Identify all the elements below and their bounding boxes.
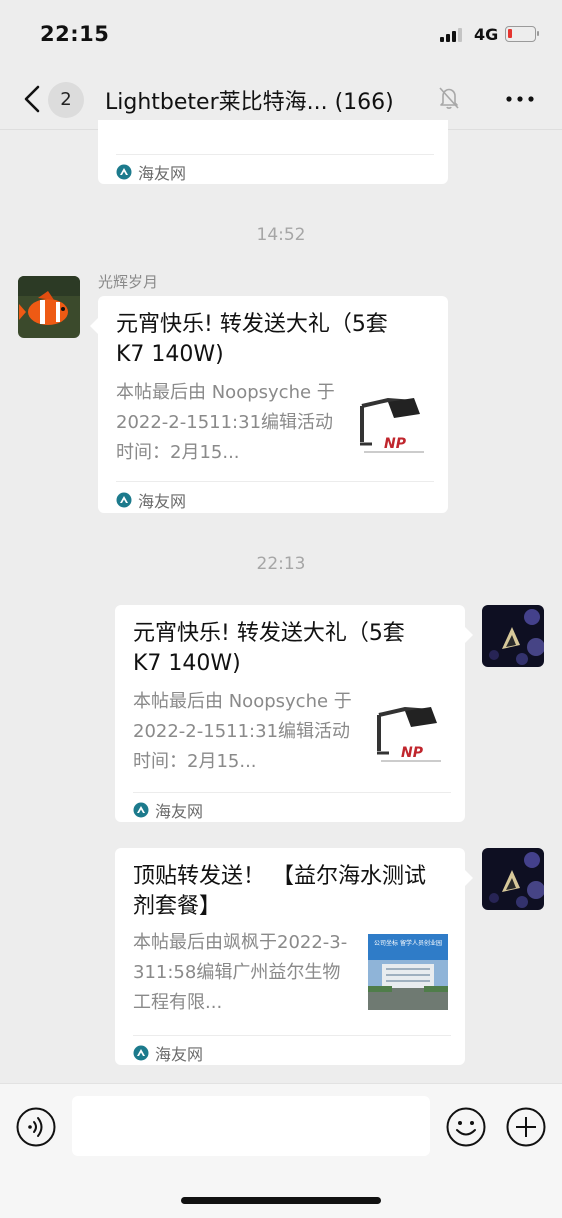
- network-type: 4G: [474, 25, 499, 44]
- unread-count-badge[interactable]: 2: [48, 82, 84, 118]
- building-photo-image: 公司坐标 留学人员创业园: [368, 934, 448, 1010]
- card-thumbnail: 公司坐标 留学人员创业园: [368, 934, 448, 1010]
- link-card[interactable]: 顶贴转发送！ 【益尔海水测试剂套餐】 本帖最后由飒枫于2022-3-311:58…: [115, 848, 473, 1065]
- message-text-input[interactable]: [72, 1096, 430, 1156]
- card-description: 本帖最后由飒枫于2022-3-311:58编辑广州益尔生物工程有限...: [133, 932, 348, 1013]
- mute-bell-icon: [439, 87, 459, 109]
- card-title: 元宵快乐! 转发送大礼（5套K7 140W): [133, 621, 405, 676]
- sender-name: 光辉岁月: [98, 273, 159, 291]
- timestamp: 14:52: [256, 225, 306, 245]
- clownfish-avatar-image: [18, 276, 80, 338]
- card-source: 海友网: [133, 798, 203, 822]
- svg-text:NP: NP: [384, 436, 407, 452]
- home-indicator[interactable]: [181, 1197, 381, 1204]
- voice-input-icon[interactable]: [16, 1107, 56, 1147]
- more-options-icon[interactable]: [505, 95, 535, 103]
- card-thumbnail: NP: [354, 392, 434, 462]
- link-card[interactable]: 元宵快乐! 转发送大礼（5套K7 140W) 本帖最后由 Noopsyche 于…: [90, 296, 448, 513]
- emoji-icon[interactable]: [446, 1107, 486, 1147]
- card-title: 元宵快乐! 转发送大礼（5套K7 140W): [116, 312, 388, 367]
- status-time: 22:15: [40, 22, 110, 46]
- my-avatar[interactable]: [482, 605, 544, 667]
- source-logo-icon: [116, 492, 132, 508]
- timestamp: 22:13: [256, 554, 306, 574]
- thumb-caption: 公司坐标 留学人员创业园: [374, 939, 442, 947]
- avatar[interactable]: [18, 276, 80, 338]
- source-logo-icon: [133, 802, 149, 818]
- status-bar: 22:15 4G: [0, 0, 562, 68]
- source-logo-icon: [133, 1045, 149, 1061]
- link-card[interactable]: 海友网: [98, 120, 448, 184]
- card-thumbnail: NP: [371, 701, 451, 771]
- card-description: 本帖最后由 Noopsyche 于2022-2-1511:31编辑活动时间：2月…: [116, 382, 335, 463]
- card-divider: [133, 1035, 451, 1036]
- source-name: 海友网: [138, 492, 187, 511]
- back-arrow-icon[interactable]: [20, 84, 50, 114]
- card-divider: [116, 154, 434, 155]
- battery-icon: [505, 26, 539, 42]
- source-logo-icon: [116, 164, 132, 180]
- card-divider: [133, 792, 451, 793]
- aquarium-light-image: NP: [371, 701, 451, 771]
- chat-title[interactable]: Lightbeter莱比特海... (166): [105, 84, 394, 116]
- aquarium-light-image: NP: [354, 392, 434, 462]
- card-source: 海友网: [116, 488, 186, 512]
- my-avatar[interactable]: [482, 848, 544, 910]
- source-name: 海友网: [155, 802, 204, 821]
- user-avatar-image: [482, 848, 544, 910]
- link-card[interactable]: 元宵快乐! 转发送大礼（5套K7 140W) 本帖最后由 Noopsyche 于…: [115, 605, 473, 822]
- user-avatar-image: [482, 605, 544, 667]
- source-name: 海友网: [155, 1045, 204, 1064]
- card-title: 顶贴转发送！ 【益尔海水测试剂套餐】: [133, 864, 426, 919]
- svg-text:NP: NP: [401, 745, 424, 761]
- card-source: 海友网: [133, 1041, 203, 1065]
- add-more-icon[interactable]: [506, 1107, 546, 1147]
- card-description: 本帖最后由 Noopsyche 于2022-2-1511:31编辑活动时间：2月…: [133, 691, 352, 772]
- card-source: 海友网: [116, 160, 186, 184]
- signal-strength-icon: [440, 28, 464, 42]
- source-name: 海友网: [138, 164, 187, 183]
- card-divider: [116, 481, 434, 482]
